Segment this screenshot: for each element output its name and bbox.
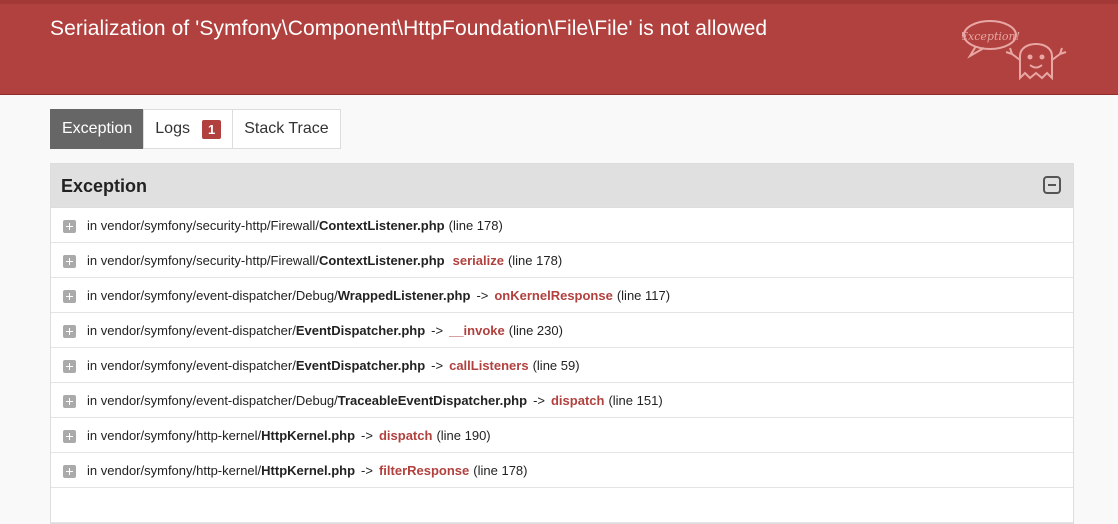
trace-prefix: in <box>87 287 98 303</box>
trace-line: (line 190) <box>436 427 491 443</box>
expand-plus-icon[interactable] <box>63 324 76 338</box>
expand-plus-icon[interactable] <box>63 429 76 443</box>
trace-method: __invoke <box>449 322 505 338</box>
trace-prefix: in <box>87 392 98 408</box>
ghost-logo-text: Exception! <box>962 30 1020 43</box>
trace-row[interactable]: in vendor/symfony/http-kernel/HttpKernel… <box>51 453 1073 488</box>
trace-row[interactable]: in vendor/symfony/security-http/Firewall… <box>51 243 1073 278</box>
ghost-logo-icon: Exception! <box>962 20 1067 81</box>
exception-panel: Exception in vendor/symfony/security-htt… <box>50 163 1074 524</box>
trace-prefix: in <box>87 357 98 373</box>
trace-line: (line 178) <box>473 462 528 478</box>
trace-method: filterResponse <box>378 462 470 478</box>
trace-path: vendor/symfony/event-dispatcher/ <box>100 357 296 373</box>
trace-line: (line 117) <box>616 287 671 303</box>
trace-arrow: -> <box>476 287 489 303</box>
trace-arrow: -> <box>361 462 373 478</box>
trace-file: EventDispatcher.php <box>295 357 426 373</box>
trace-row[interactable]: in vendor/symfony/event-dispatcher/Event… <box>51 313 1073 348</box>
exception-panel-title: Exception <box>61 176 148 196</box>
trace-arrow: -> <box>361 427 373 443</box>
trace-file: EventDispatcher.php <box>295 322 426 338</box>
trace-path: vendor/symfony/event-dispatcher/Debug/ <box>100 392 338 408</box>
trace-arrow: -> <box>533 392 545 408</box>
trace-file: ContextListener.php <box>318 252 445 268</box>
exception-panel-header[interactable]: Exception <box>51 164 1073 208</box>
trace-line: (line 178) <box>507 252 563 268</box>
tab-exception-label: Exception <box>62 120 133 137</box>
trace-row[interactable]: in vendor/symfony/event-dispatcher/Debug… <box>51 383 1073 418</box>
trace-line: (line 178) <box>448 217 503 233</box>
trace-path: vendor/symfony/event-dispatcher/ <box>100 322 296 338</box>
exception-title: Serialization of 'Symfony\Component\Http… <box>50 17 768 40</box>
minus-square-icon[interactable] <box>1043 176 1061 194</box>
trace-row[interactable]: in vendor/symfony/http-kernel/HttpKernel… <box>51 418 1073 453</box>
tab-exception[interactable]: Exception <box>50 109 145 149</box>
expand-plus-icon[interactable] <box>63 359 76 373</box>
trace-line: (line 230) <box>508 322 563 338</box>
error-header: Serialization of 'Symfony\Component\Http… <box>0 0 1118 94</box>
expand-plus-icon[interactable] <box>63 254 76 268</box>
trace-path: vendor/symfony/security-http/Firewall/ <box>100 252 319 268</box>
expand-plus-icon[interactable] <box>63 219 76 233</box>
tab-stack-trace[interactable]: Stack Trace <box>232 109 341 149</box>
trace-file: WrappedListener.php <box>337 287 471 303</box>
expand-plus-icon[interactable] <box>63 289 76 303</box>
trace-method: onKernelResponse <box>494 287 613 303</box>
trace-row[interactable]: in vendor/symfony/event-dispatcher/Event… <box>51 348 1073 383</box>
tab-stack-trace-label: Stack Trace <box>244 120 329 137</box>
trace-list: in vendor/symfony/security-http/Firewall… <box>51 208 1073 523</box>
trace-file: ContextListener.php <box>318 217 445 233</box>
trace-file: HttpKernel.php <box>261 427 356 443</box>
tab-bar: Exception Logs 1 Stack Trace <box>50 109 341 149</box>
trace-prefix: in <box>87 252 98 268</box>
tab-logs[interactable]: Logs 1 <box>143 109 234 149</box>
expand-plus-icon[interactable] <box>63 394 76 408</box>
trace-prefix: in <box>87 322 98 338</box>
trace-arrow: -> <box>431 357 444 373</box>
trace-method: serialize <box>452 252 504 268</box>
trace-path: vendor/symfony/event-dispatcher/Debug/ <box>100 287 338 303</box>
trace-row[interactable]: in vendor/symfony/event-dispatcher/Debug… <box>51 278 1073 313</box>
trace-method: dispatch <box>378 427 433 443</box>
trace-prefix: in <box>87 427 98 443</box>
trace-file: HttpKernel.php <box>261 462 356 478</box>
trace-line: (line 151) <box>608 392 663 408</box>
trace-prefix: in <box>87 462 98 478</box>
trace-path: vendor/symfony/http-kernel/ <box>100 462 262 478</box>
trace-row[interactable] <box>51 488 1073 523</box>
trace-arrow: -> <box>431 322 444 338</box>
trace-path: vendor/symfony/http-kernel/ <box>100 427 262 443</box>
trace-line: (line 59) <box>532 357 580 373</box>
trace-prefix: in <box>87 217 98 233</box>
trace-path: vendor/symfony/security-http/Firewall/ <box>100 217 319 233</box>
trace-file: TraceableEventDispatcher.php <box>337 392 528 408</box>
trace-row[interactable]: in vendor/symfony/security-http/Firewall… <box>51 208 1073 243</box>
trace-method: dispatch <box>550 392 605 408</box>
logs-count-badge: 1 <box>201 119 222 139</box>
expand-plus-icon[interactable] <box>63 464 76 478</box>
tab-logs-label: Logs <box>155 120 190 137</box>
trace-method: callListeners <box>449 357 529 373</box>
